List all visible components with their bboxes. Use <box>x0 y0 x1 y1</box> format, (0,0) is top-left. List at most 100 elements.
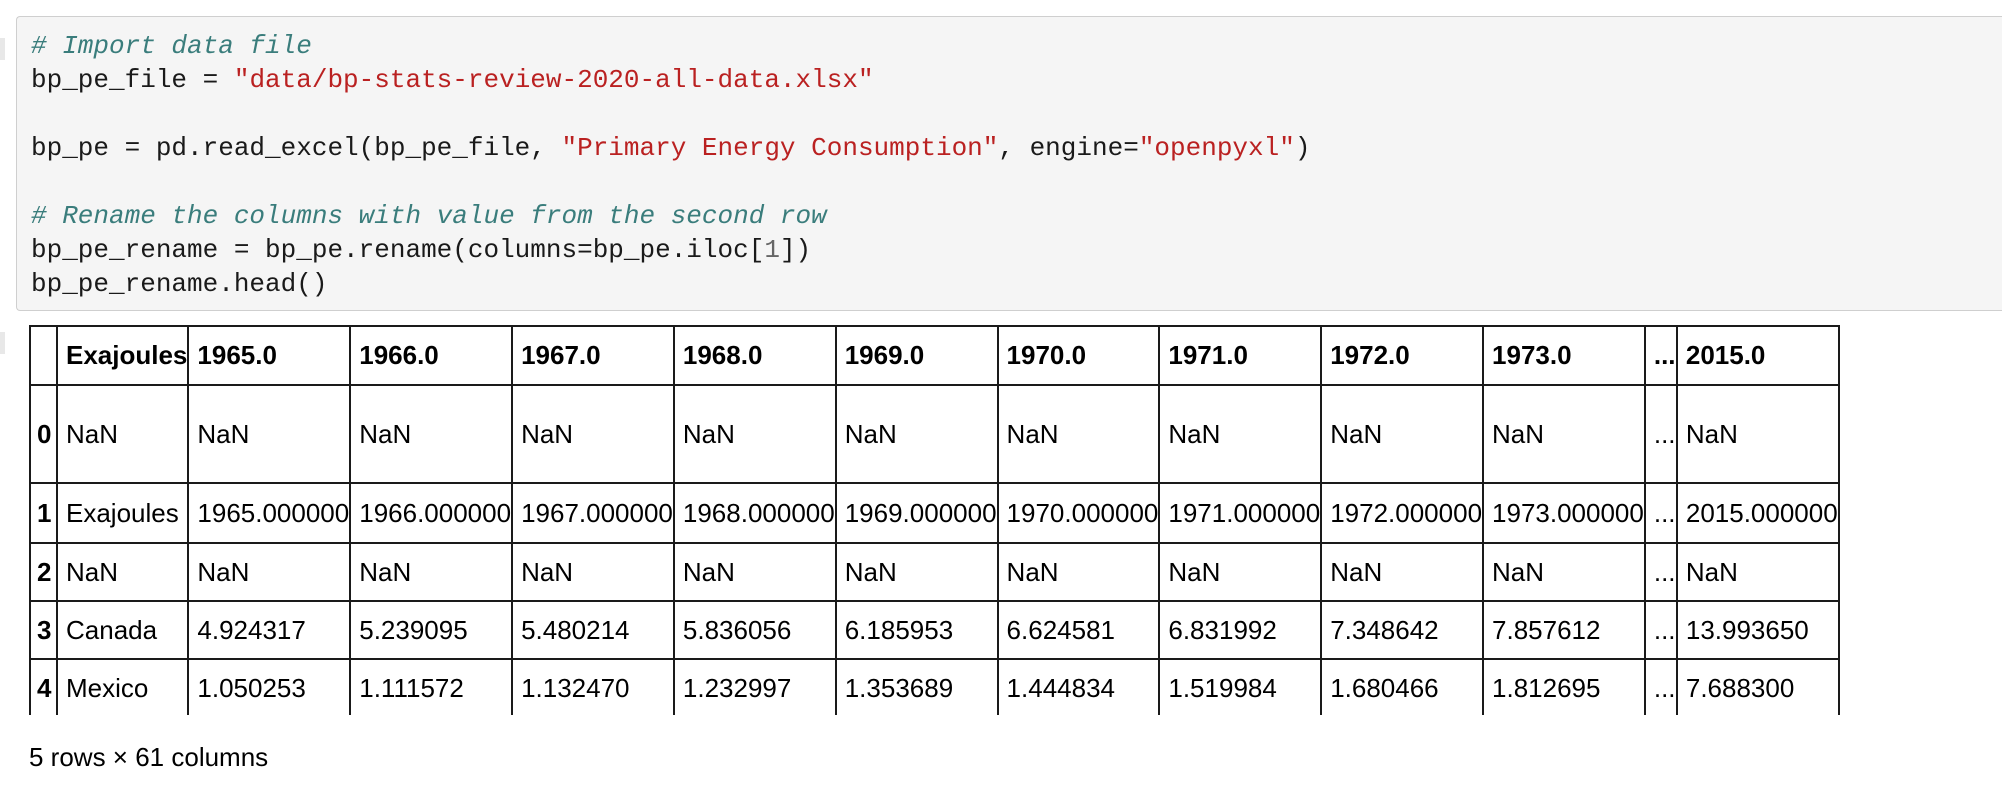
table-cell: NaN <box>187 384 352 484</box>
column-header: 1969.0 <box>834 325 999 386</box>
column-header: 2015.0 <box>1675 325 1840 386</box>
table-cell: NaN <box>1320 384 1485 484</box>
table-cell-ellipsis: ... <box>1643 542 1678 602</box>
table-header-row: Exajoules 1965.0 1966.0 1967.0 1968.0 19… <box>29 325 1840 386</box>
column-header: 1971.0 <box>1158 325 1323 386</box>
code-string: "Primary Energy Consumption" <box>561 133 999 163</box>
table-cell: Exajoules <box>55 482 190 544</box>
dataframe-shape-note: 5 rows × 61 columns <box>29 742 269 772</box>
table-cell: NaN <box>55 542 190 602</box>
table-cell: NaN <box>55 384 190 484</box>
table-cell: NaN <box>1320 542 1485 602</box>
table-cell: 2015.000000 <box>1675 482 1840 544</box>
table-cell: 1965.000000 <box>187 482 352 544</box>
table-cell: 1.519984 <box>1158 658 1323 715</box>
column-header <box>29 325 58 386</box>
column-header: 1965.0 <box>187 325 352 386</box>
table-cell: 1.353689 <box>834 658 999 715</box>
table-cell: Canada <box>55 600 190 660</box>
output-prompt-marker <box>0 332 5 354</box>
table-cell: 1970.000000 <box>996 482 1161 544</box>
code-text: bp_pe_rename = bp_pe.rename(columns=bp_p… <box>31 235 765 265</box>
table-cell: 13.993650 <box>1675 600 1840 660</box>
output-area[interactable]: Exajoules 1965.0 1966.0 1967.0 1968.0 19… <box>29 325 2002 715</box>
table-cell: 1.812695 <box>1482 658 1646 715</box>
row-index: 2 <box>29 542 58 602</box>
table-cell: 5.836056 <box>672 600 837 660</box>
code-cell[interactable]: # Import data file bp_pe_file = "data/bp… <box>16 16 2002 311</box>
table-cell: 1.111572 <box>349 658 514 715</box>
table-cell: 1971.000000 <box>1158 482 1323 544</box>
code-comment: # Import data file <box>31 31 312 61</box>
column-header: 1968.0 <box>672 325 837 386</box>
code-text: ) <box>1294 133 1311 163</box>
code-string: "openpyxl" <box>1138 133 1295 163</box>
table-cell: 1966.000000 <box>349 482 514 544</box>
table-cell: NaN <box>511 542 675 602</box>
column-header-ellipsis: ... <box>1643 325 1678 386</box>
table-cell: NaN <box>1482 542 1646 602</box>
dataframe-table: Exajoules 1965.0 1966.0 1967.0 1968.0 19… <box>29 325 1840 715</box>
row-index: 3 <box>29 600 58 660</box>
table-cell: 6.185953 <box>834 600 999 660</box>
table-cell: NaN <box>834 542 999 602</box>
table-row: 4 Mexico 1.050253 1.111572 1.132470 1.23… <box>29 658 1840 715</box>
table-row: 1 Exajoules 1965.000000 1966.000000 1967… <box>29 482 1840 544</box>
table-cell: NaN <box>996 542 1161 602</box>
table-cell-ellipsis: ... <box>1643 658 1678 715</box>
table-cell: 1973.000000 <box>1482 482 1646 544</box>
column-header: 1966.0 <box>349 325 514 386</box>
table-cell: NaN <box>834 384 999 484</box>
table-cell: NaN <box>1675 542 1840 602</box>
column-header: 1973.0 <box>1482 325 1646 386</box>
code-comment: # Rename the columns with value from the… <box>31 201 827 231</box>
table-cell: 1.050253 <box>187 658 352 715</box>
code-editor[interactable]: # Import data file bp_pe_file = "data/bp… <box>31 29 2002 301</box>
table-cell: 1.444834 <box>996 658 1161 715</box>
table-cell: Mexico <box>55 658 190 715</box>
cell-prompt-marker <box>0 38 5 60</box>
row-index: 4 <box>29 658 58 715</box>
table-cell: NaN <box>349 542 514 602</box>
table-cell: 1968.000000 <box>672 482 837 544</box>
table-cell: NaN <box>672 384 837 484</box>
table-cell: NaN <box>1158 542 1323 602</box>
table-cell: NaN <box>511 384 675 484</box>
table-cell: 1.132470 <box>511 658 675 715</box>
code-text: , engine= <box>998 133 1139 163</box>
code-text: bp_pe_file = <box>31 65 234 95</box>
table-cell: 1972.000000 <box>1320 482 1485 544</box>
code-number: 1 <box>764 235 780 265</box>
table-cell-ellipsis: ... <box>1643 600 1678 660</box>
table-cell: 7.857612 <box>1482 600 1646 660</box>
column-header: Exajoules <box>55 325 190 386</box>
code-text: ]) <box>779 235 812 265</box>
table-cell: 1967.000000 <box>511 482 675 544</box>
table-cell: NaN <box>1158 384 1323 484</box>
column-header: 1967.0 <box>511 325 675 386</box>
row-index: 0 <box>29 384 58 484</box>
column-header: 1972.0 <box>1320 325 1485 386</box>
table-cell: NaN <box>1482 384 1646 484</box>
table-cell: 7.688300 <box>1675 658 1840 715</box>
table-cell: NaN <box>187 542 352 602</box>
table-cell: NaN <box>349 384 514 484</box>
table-cell: 4.924317 <box>187 600 352 660</box>
table-cell: 6.831992 <box>1158 600 1323 660</box>
table-row: 0 NaN NaN NaN NaN NaN NaN NaN NaN NaN Na… <box>29 384 1840 484</box>
table-row: 2 NaN NaN NaN NaN NaN NaN NaN NaN NaN Na… <box>29 542 1840 602</box>
table-cell: NaN <box>1675 384 1840 484</box>
table-cell: NaN <box>672 542 837 602</box>
table-cell: 5.239095 <box>349 600 514 660</box>
code-text: bp_pe_rename.head() <box>31 269 328 299</box>
table-cell-ellipsis: ... <box>1643 482 1678 544</box>
table-cell: NaN <box>996 384 1161 484</box>
table-row: 3 Canada 4.924317 5.239095 5.480214 5.83… <box>29 600 1840 660</box>
table-cell: 1.232997 <box>672 658 837 715</box>
column-header: 1970.0 <box>996 325 1161 386</box>
code-string: "data/bp-stats-review-2020-all-data.xlsx… <box>233 65 874 95</box>
table-cell-ellipsis: ... <box>1643 384 1678 484</box>
table-cell: 7.348642 <box>1320 600 1485 660</box>
table-cell: 5.480214 <box>511 600 675 660</box>
code-text: bp_pe = pd.read_excel(bp_pe_file, <box>31 133 562 163</box>
